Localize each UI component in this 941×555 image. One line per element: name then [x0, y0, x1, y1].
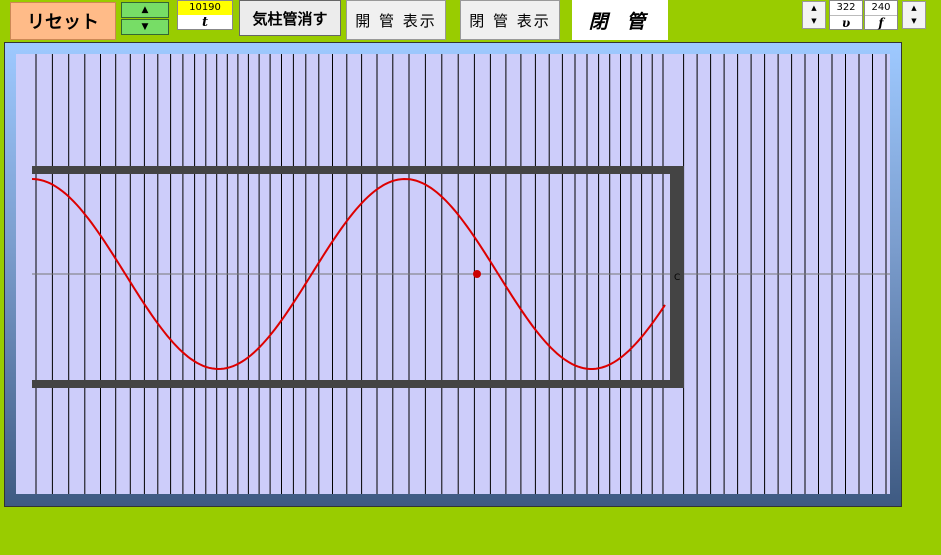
v-label: υ: [830, 15, 862, 30]
v-value: 322: [836, 2, 856, 13]
f-spinner[interactable]: ▲ ▼: [902, 1, 926, 29]
particle-marker: [473, 270, 481, 278]
show-closed-tube-button[interactable]: 閉 管 表示: [460, 0, 560, 40]
down-arrow-icon[interactable]: ▼: [903, 15, 925, 28]
simulation-area: C: [16, 54, 890, 494]
v-spinner[interactable]: ▲ ▼: [802, 1, 826, 29]
up-arrow-icon[interactable]: ▲: [903, 2, 925, 15]
f-display: 240 f: [864, 0, 898, 30]
up-arrow-icon[interactable]: ▲: [803, 2, 825, 15]
f-label: f: [865, 15, 897, 30]
reset-button[interactable]: リセット: [10, 2, 116, 40]
tube-bottom-wall: [32, 380, 684, 388]
up-arrow-icon: ▲: [141, 5, 149, 15]
v-display: 322 υ: [829, 0, 863, 30]
f-value: 240: [871, 2, 891, 13]
wave-canvas: C: [31, 54, 890, 494]
tube-end-label: C: [674, 273, 680, 283]
t-decrement-button[interactable]: ▼: [121, 19, 169, 35]
down-arrow-icon: ▼: [141, 22, 149, 32]
time-label: t: [201, 15, 208, 30]
time-value: 10190: [178, 1, 232, 15]
down-arrow-icon[interactable]: ▼: [803, 15, 825, 28]
time-display: 10190 t: [177, 0, 233, 30]
tube-mode-label: 閉 管: [572, 0, 668, 40]
t-increment-button[interactable]: ▲: [121, 2, 169, 18]
tube-top-wall: [32, 166, 684, 174]
show-open-tube-button[interactable]: 開 管 表示: [346, 0, 446, 40]
hide-air-column-button[interactable]: 気柱管消す: [239, 0, 341, 36]
